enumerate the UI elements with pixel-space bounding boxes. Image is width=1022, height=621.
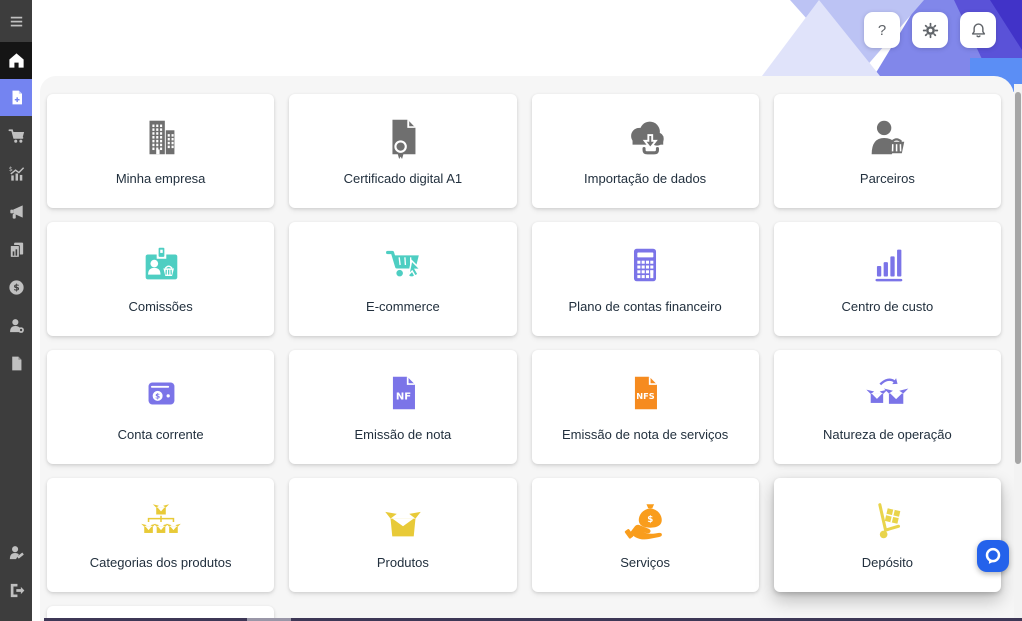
card-label: E-commerce <box>360 299 446 314</box>
report-documents-icon <box>7 240 26 259</box>
card-label: Minha empresa <box>110 171 212 186</box>
sidebar-item-marketing[interactable] <box>0 192 32 230</box>
card-label: Emissão de nota <box>348 427 457 442</box>
card-emissao-de-nota-de-servicos[interactable]: NFS Emissão de nota de serviços <box>532 350 759 464</box>
building-icon <box>138 114 184 160</box>
sidebar-item-cart[interactable] <box>0 116 32 154</box>
vertical-scrollbar-track[interactable] <box>1014 84 1022 618</box>
card-plano-de-contas-financeiro[interactable]: Plano de contas financeiro <box>532 222 759 336</box>
question-icon: ? <box>878 22 886 39</box>
card-label: Conta corrente <box>112 427 210 442</box>
logout-icon <box>7 581 26 600</box>
home-icon <box>7 51 26 70</box>
card-label: Parceiros <box>854 171 921 186</box>
sidebar-item-logout[interactable] <box>0 571 32 609</box>
sidebar-item-reports[interactable] <box>0 230 32 268</box>
card-label: Serviços <box>614 555 676 570</box>
card-deposito[interactable]: Depósito <box>774 478 1001 592</box>
card-servicos[interactable]: $ Serviços <box>532 478 759 592</box>
card-categorias-dos-produtos[interactable]: Categorias dos produtos <box>47 478 274 592</box>
sidebar-item-sales[interactable]: $ <box>0 154 32 192</box>
card-label: Centro de custo <box>835 299 939 314</box>
hand-truck-icon <box>864 498 910 544</box>
chat-bubble-icon <box>983 546 1003 566</box>
card-label: Certificado digital A1 <box>338 171 469 186</box>
hamburger-menu-icon <box>7 12 26 31</box>
shopping-cart-icon <box>7 126 26 145</box>
card-produtos[interactable]: Produtos <box>289 478 516 592</box>
svg-text:NFS: NFS <box>636 391 655 401</box>
bell-icon <box>969 21 988 40</box>
sidebar-item-finance[interactable]: $ <box>0 268 32 306</box>
vertical-scrollbar-thumb[interactable] <box>1015 92 1021 464</box>
card-label: Natureza de operação <box>817 427 958 442</box>
card-certificado-digital-a1[interactable]: Certificado digital A1 <box>289 94 516 208</box>
user-gear-icon <box>7 316 26 335</box>
sidebar-item-cadastros[interactable] <box>0 79 32 116</box>
settings-button[interactable] <box>912 12 948 48</box>
card-parceiros[interactable]: Parceiros <box>774 94 1001 208</box>
sidebar-item-users[interactable] <box>0 306 32 344</box>
header-actions: ? <box>864 12 996 48</box>
nf-document-icon: NF <box>380 370 426 416</box>
sidebar-spacer <box>0 382 32 533</box>
category-tree-icon <box>138 498 184 544</box>
file-icon <box>7 354 26 373</box>
dollar-coin-icon: $ <box>7 278 26 297</box>
megaphone-icon <box>7 202 26 221</box>
sidebar-item-menu[interactable] <box>0 0 32 42</box>
id-badge-icon <box>138 242 184 288</box>
notifications-button[interactable] <box>960 12 996 48</box>
card-e-commerce[interactable]: E-commerce <box>289 222 516 336</box>
wallet-icon: $ <box>138 370 184 416</box>
chat-launcher-button[interactable] <box>977 540 1009 572</box>
open-box-icon <box>380 498 426 544</box>
cards-grid: Minha empresa Certificado digital A1 Imp… <box>40 76 1014 621</box>
user-edit-icon <box>7 543 26 562</box>
boxes-transfer-icon <box>864 370 910 416</box>
card-label: Plano de contas financeiro <box>563 299 728 314</box>
sidebar: $$ <box>0 0 32 621</box>
sidebar-bottom-group <box>0 533 32 621</box>
help-button[interactable]: ? <box>864 12 900 48</box>
sidebar-item-home[interactable] <box>0 42 32 79</box>
sidebar-item-profile[interactable] <box>0 533 32 571</box>
sidebar-item-files[interactable] <box>0 344 32 382</box>
sales-chart-icon: $ <box>7 164 26 183</box>
bar-chart-icon <box>864 242 910 288</box>
cloud-download-icon <box>622 114 668 160</box>
file-plus-icon <box>7 88 26 107</box>
card-centro-de-custo[interactable]: Centro de custo <box>774 222 1001 336</box>
certificate-document-icon <box>380 114 426 160</box>
card-label: Depósito <box>856 555 919 570</box>
nfs-document-icon: NFS <box>622 370 668 416</box>
person-basket-icon <box>864 114 910 160</box>
svg-text:$: $ <box>155 392 160 401</box>
card-natureza-de-operacao[interactable]: Natureza de operação <box>774 350 1001 464</box>
card-label: Produtos <box>371 555 435 570</box>
money-bag-hand-icon: $ <box>622 498 668 544</box>
svg-text:NF: NF <box>396 392 411 403</box>
svg-text:$: $ <box>13 283 19 293</box>
card-label: Comissões <box>122 299 198 314</box>
card-emissao-de-nota[interactable]: NF Emissão de nota <box>289 350 516 464</box>
svg-text:$: $ <box>647 515 653 525</box>
content-panel: Minha empresa Certificado digital A1 Imp… <box>40 76 1014 621</box>
card-minha-empresa[interactable]: Minha empresa <box>47 94 274 208</box>
card-importacao-de-dados[interactable]: Importação de dados <box>532 94 759 208</box>
card-label: Categorias dos produtos <box>84 555 238 570</box>
card-conta-corrente[interactable]: $ Conta corrente <box>47 350 274 464</box>
calculator-icon <box>622 242 668 288</box>
gear-icon <box>921 21 940 40</box>
card-label: Importação de dados <box>578 171 712 186</box>
card-comissoes[interactable]: Comissões <box>47 222 274 336</box>
card-label: Emissão de nota de serviços <box>556 427 734 442</box>
cart-cursor-icon <box>380 242 426 288</box>
